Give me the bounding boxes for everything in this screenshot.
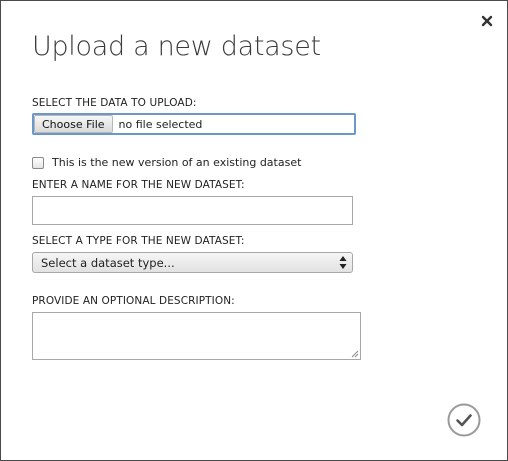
checkmark-circle-icon (447, 403, 481, 437)
dataset-type-select[interactable]: Select a dataset type... (32, 252, 353, 273)
dataset-type-label: SELECT A TYPE FOR THE NEW DATASET: (32, 235, 245, 247)
upload-label: SELECT THE DATA TO UPLOAD: (32, 97, 197, 109)
new-version-checkbox[interactable] (32, 156, 44, 169)
close-icon (481, 15, 493, 27)
new-version-label[interactable]: This is the new version of an existing d… (52, 156, 301, 169)
dataset-name-label: ENTER A NAME FOR THE NEW DATASET: (32, 179, 245, 191)
description-label: PROVIDE AN OPTIONAL DESCRIPTION: (32, 295, 235, 307)
new-version-row: This is the new version of an existing d… (32, 156, 301, 169)
dialog-title: Upload a new dataset (32, 31, 321, 62)
up-down-arrows-icon (339, 256, 347, 269)
choose-file-button[interactable]: Choose File (34, 115, 113, 133)
dataset-type-selected-value: Select a dataset type... (41, 255, 175, 270)
close-button[interactable] (478, 12, 496, 30)
description-textarea[interactable] (32, 312, 361, 360)
resize-grip-icon[interactable] (351, 350, 359, 358)
ok-button[interactable] (447, 403, 481, 437)
file-status-text: no file selected (118, 117, 203, 131)
file-upload-input[interactable]: Choose File no file selected (32, 113, 356, 135)
upload-dataset-dialog: Upload a new dataset SELECT THE DATA TO … (0, 0, 508, 461)
dataset-name-input[interactable] (32, 196, 353, 225)
